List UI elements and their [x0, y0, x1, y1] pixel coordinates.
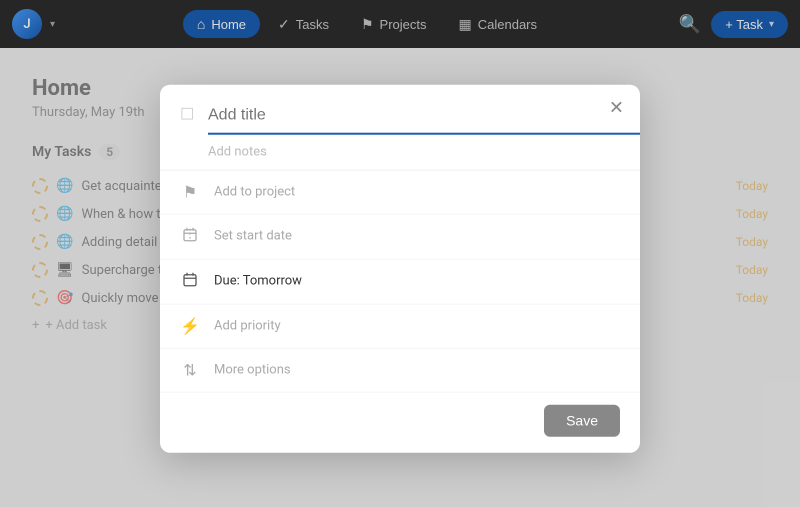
modal-add-to-project-row[interactable]: ⚑ Add to project: [160, 170, 640, 214]
modal-title-input[interactable]: [208, 102, 640, 134]
modal-footer: Save: [160, 392, 640, 452]
start-date-icon: [180, 226, 200, 246]
more-options-label: More options: [214, 362, 291, 377]
task-creation-modal: ☐ ✕ Add notes ⚑ Add to project Set start…: [160, 84, 640, 452]
modal-notes-placeholder: Add notes: [208, 144, 267, 159]
modal-header: ☐ ✕: [160, 84, 640, 134]
due-date-label: Due: Tomorrow: [214, 274, 302, 289]
modal-more-options-row[interactable]: ⇅ More options: [160, 348, 640, 392]
set-start-date-label: Set start date: [214, 229, 292, 244]
more-options-icon: ⇅: [180, 360, 200, 379]
priority-icon: ⚡: [180, 316, 200, 335]
modal-due-date-row[interactable]: Due: Tomorrow: [160, 259, 640, 304]
modal-add-priority-row[interactable]: ⚡ Add priority: [160, 304, 640, 348]
save-button[interactable]: Save: [544, 404, 620, 436]
add-priority-label: Add priority: [214, 318, 281, 333]
add-to-project-label: Add to project: [214, 184, 295, 199]
modal-set-start-date-row[interactable]: Set start date: [160, 214, 640, 259]
due-date-icon: [180, 271, 200, 291]
project-icon: ⚑: [180, 182, 200, 201]
title-checkbox-icon: ☐: [180, 104, 194, 123]
modal-close-button[interactable]: ✕: [609, 98, 624, 116]
modal-notes[interactable]: Add notes: [160, 134, 640, 170]
